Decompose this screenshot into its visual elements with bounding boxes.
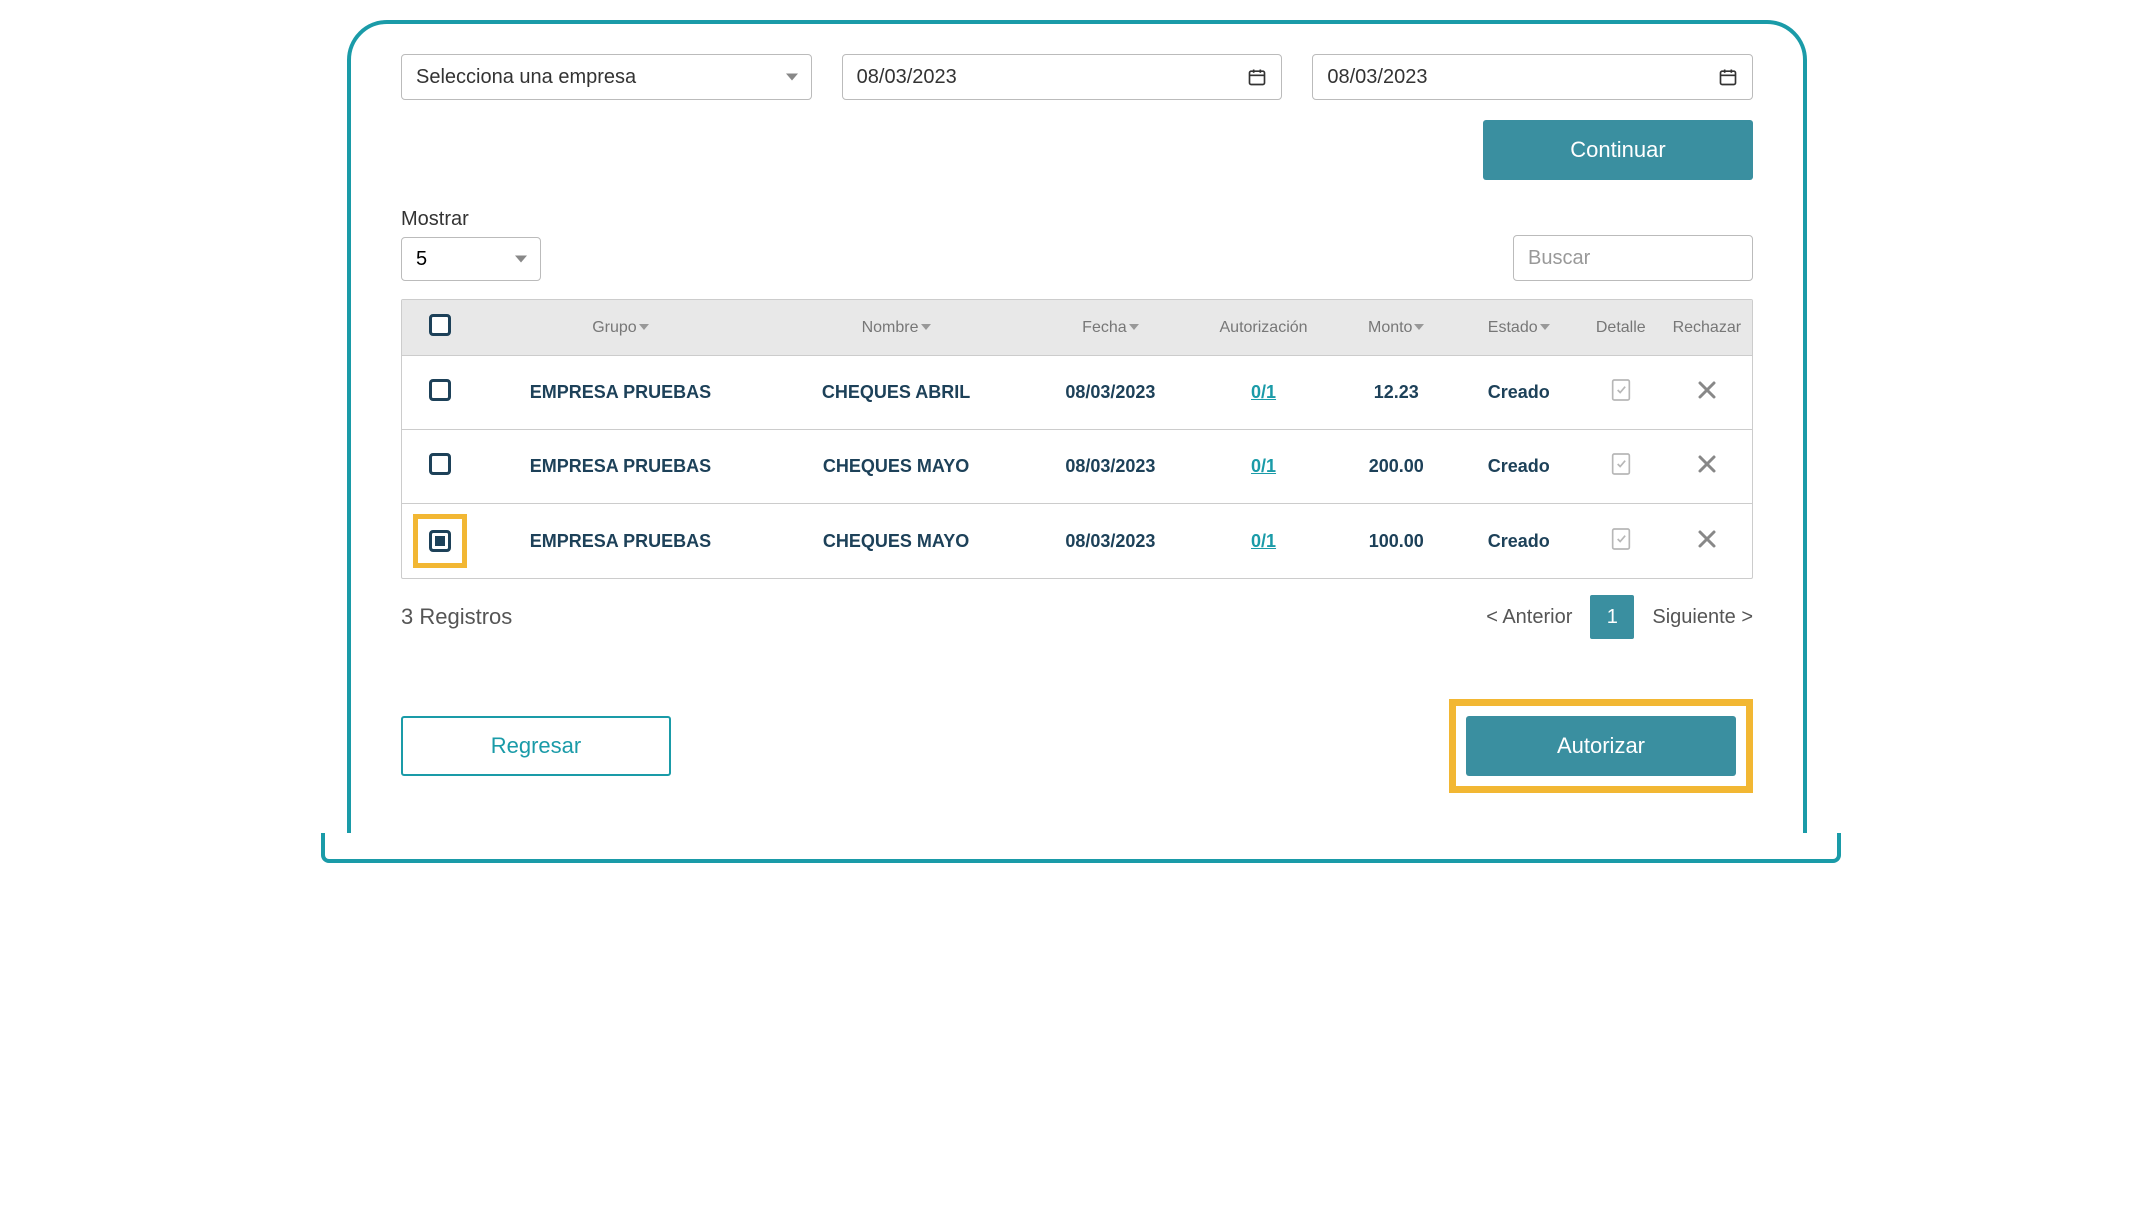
select-all-checkbox[interactable] [429,314,451,336]
cell-estado: Creado [1457,356,1579,430]
cell-estado: Creado [1457,504,1579,579]
close-icon[interactable] [1695,527,1719,551]
cell-fecha: 08/03/2023 [1029,356,1192,430]
header-detalle: Detalle [1596,319,1646,336]
fecha-desde-input[interactable]: 08/03/2023 [842,54,1283,100]
actions-row: Regresar Autorizar [401,699,1753,793]
cell-fecha: 08/03/2023 [1029,504,1192,579]
footer-row: 3 Registros < Anterior 1 Siguiente > [401,595,1753,639]
detail-icon[interactable] [1611,378,1631,402]
cell-monto: 100.00 [1335,504,1457,579]
table-header: Grupo Nombre Fecha Autorización Monto Es… [402,300,1752,356]
autorizacion-link[interactable]: 0/1 [1251,382,1276,402]
table-wrapper: Grupo Nombre Fecha Autorización Monto Es… [401,299,1753,579]
cell-grupo: EMPRESA PRUEBAS [478,356,764,430]
close-icon[interactable] [1695,452,1719,476]
cell-fecha: 08/03/2023 [1029,430,1192,504]
chevron-down-icon [786,74,798,81]
main-content: Selecciona una empresa 08/03/2023 08/03/… [401,54,1753,793]
mostrar-label: Mostrar [401,208,541,231]
pagination-current[interactable]: 1 [1590,595,1634,639]
cell-grupo: EMPRESA PRUEBAS [478,430,764,504]
empresa-select-wrapper: Selecciona una empresa [401,54,812,100]
continue-row: Continuar [401,120,1753,180]
controls-row: Mostrar 5 [401,208,1753,281]
header-nombre[interactable]: Nombre [862,319,919,336]
cell-nombre: CHEQUES ABRIL [763,356,1028,430]
sort-icon [639,324,649,330]
header-rechazar: Rechazar [1673,319,1741,336]
sort-icon [1129,324,1139,330]
filters-row: Selecciona una empresa 08/03/2023 08/03/… [401,54,1753,100]
show-group: Mostrar 5 [401,208,541,281]
row-checkbox[interactable] [429,453,451,475]
mostrar-value: 5 [416,248,427,271]
records-count: 3 Registros [401,604,512,630]
cell-monto: 12.23 [1335,356,1457,430]
empresa-select[interactable]: Selecciona una empresa [401,54,812,100]
header-fecha[interactable]: Fecha [1082,319,1126,336]
checkbox-highlight [413,514,467,568]
cell-monto: 200.00 [1335,430,1457,504]
close-icon[interactable] [1695,378,1719,402]
autorizacion-link[interactable]: 0/1 [1251,456,1276,476]
calendar-icon [1718,67,1738,87]
pagination: < Anterior 1 Siguiente > [1486,595,1753,639]
continuar-button[interactable]: Continuar [1483,120,1753,180]
fecha-hasta-input[interactable]: 08/03/2023 [1312,54,1753,100]
autorizar-button[interactable]: Autorizar [1466,716,1736,776]
header-grupo[interactable]: Grupo [592,319,636,336]
fecha-desde-value: 08/03/2023 [857,66,957,89]
autorizacion-link[interactable]: 0/1 [1251,531,1276,551]
pagination-prev[interactable]: < Anterior [1486,606,1572,629]
table-row: EMPRESA PRUEBASCHEQUES MAYO08/03/2023 0/1… [402,430,1752,504]
detail-icon[interactable] [1611,527,1631,551]
cell-grupo: EMPRESA PRUEBAS [478,504,764,579]
empresa-placeholder: Selecciona una empresa [416,66,636,89]
cell-estado: Creado [1457,430,1579,504]
laptop-frame: Selecciona una empresa 08/03/2023 08/03/… [347,20,1807,837]
header-monto[interactable]: Monto [1368,319,1412,336]
cell-nombre: CHEQUES MAYO [763,504,1028,579]
sort-icon [1414,324,1424,330]
row-checkbox[interactable] [429,379,451,401]
fecha-hasta-value: 08/03/2023 [1327,66,1427,89]
sort-icon [1540,324,1550,330]
data-table: Grupo Nombre Fecha Autorización Monto Es… [402,300,1752,578]
authorize-highlight: Autorizar [1449,699,1753,793]
search-input[interactable] [1513,235,1753,281]
laptop-base [321,833,1841,863]
sort-icon [921,324,931,330]
row-checkbox[interactable] [429,530,451,552]
table-row: EMPRESA PRUEBASCHEQUES MAYO08/03/2023 0/1… [402,504,1752,579]
detail-icon[interactable] [1611,452,1631,476]
pagination-next[interactable]: Siguiente > [1652,606,1753,629]
table-row: EMPRESA PRUEBASCHEQUES ABRIL08/03/2023 0/… [402,356,1752,430]
cell-nombre: CHEQUES MAYO [763,430,1028,504]
regresar-button[interactable]: Regresar [401,716,671,776]
header-estado[interactable]: Estado [1488,319,1538,336]
calendar-icon [1247,67,1267,87]
chevron-down-icon [515,256,527,263]
table-body: EMPRESA PRUEBASCHEQUES ABRIL08/03/20230/… [402,356,1752,579]
header-autorizacion: Autorización [1220,319,1308,336]
